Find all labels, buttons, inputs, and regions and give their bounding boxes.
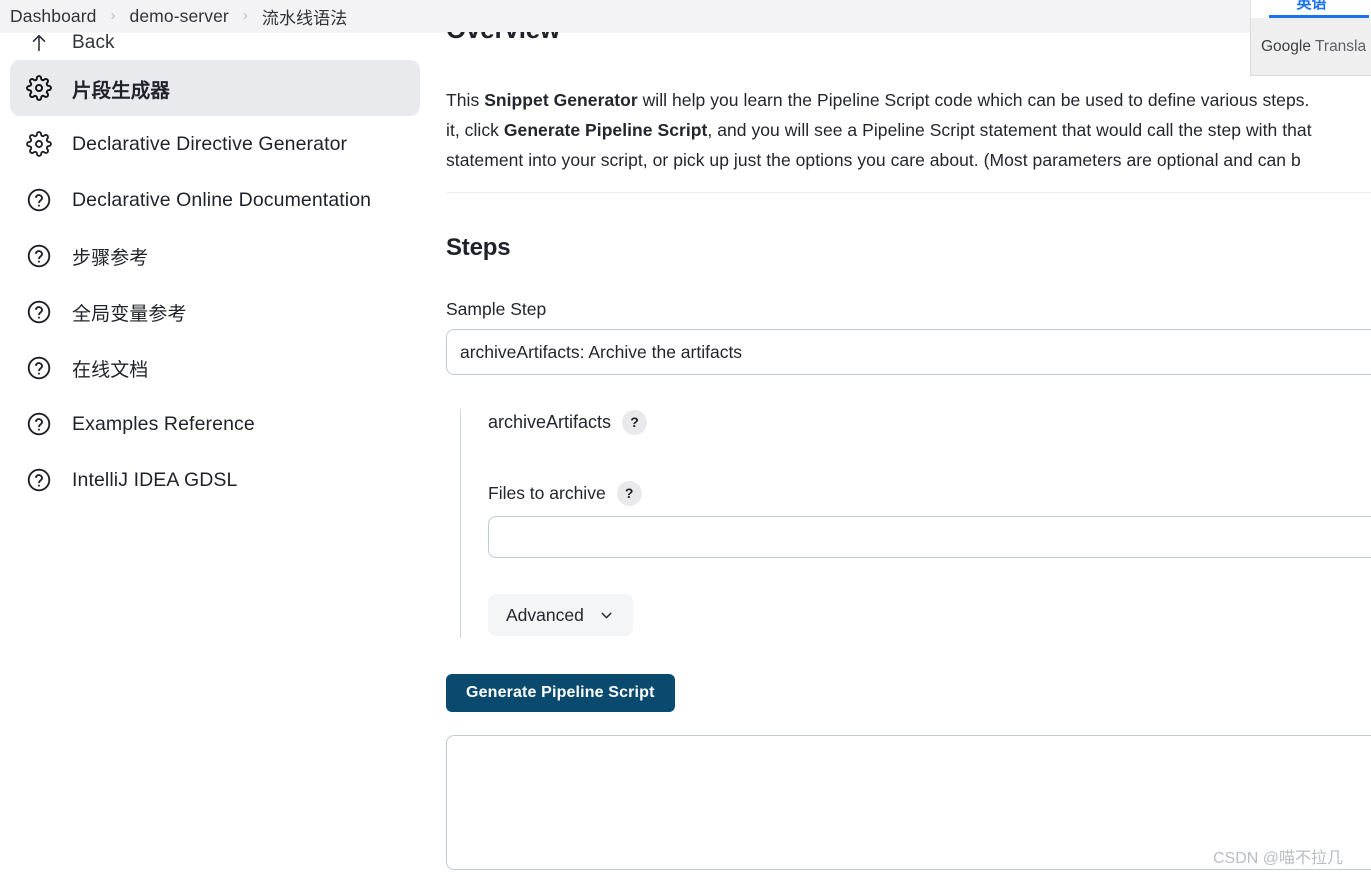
- question-circle-icon: [24, 409, 54, 439]
- arrow-up-icon: [24, 28, 54, 58]
- sidebar-item-snippet-generator[interactable]: 片段生成器: [10, 60, 420, 116]
- generate-pipeline-script-button[interactable]: Generate Pipeline Script: [446, 674, 675, 712]
- files-to-archive-input[interactable]: [488, 516, 1371, 558]
- sidebar-item-label: 片段生成器: [72, 79, 171, 102]
- sample-step-select[interactable]: archiveArtifacts: Archive the artifacts: [446, 329, 1371, 375]
- main-content: Overview This Snippet Generator will hel…: [430, 0, 1371, 886]
- google-translate-brand: Google Transla: [1261, 38, 1366, 56]
- sample-step-value: archiveArtifacts: Archive the artifacts: [460, 341, 743, 362]
- translate-popup-body: Google Transla: [1250, 18, 1371, 76]
- steps-heading: Steps: [446, 234, 511, 261]
- question-circle-icon: [24, 465, 54, 495]
- files-to-archive-label: Files to archive: [488, 482, 606, 503]
- sample-step-label: Sample Step: [446, 299, 547, 319]
- help-icon[interactable]: ?: [622, 409, 648, 435]
- sidebar-item-global-variable-reference[interactable]: 全局变量参考: [10, 284, 420, 340]
- advanced-toggle-button[interactable]: Advanced: [488, 594, 633, 636]
- overview-paragraph: This Snippet Generator will help you lea…: [446, 45, 1371, 175]
- gear-icon: [24, 73, 54, 103]
- chevron-down-icon: [598, 607, 615, 624]
- breadcrumb-item-pipeline-syntax[interactable]: 流水线语法: [262, 4, 348, 29]
- overview-text-2: will help you learn the Pipeline Script …: [637, 90, 1310, 110]
- help-icon[interactable]: ?: [616, 480, 642, 506]
- sidebar-item-label: Examples Reference: [72, 412, 255, 435]
- sidebar-item-intellij-idea-gdsl[interactable]: IntelliJ IDEA GDSL: [10, 452, 420, 508]
- overview-text-3: it, click: [446, 120, 504, 140]
- sidebar-item-steps-reference[interactable]: 步骤参考: [10, 228, 420, 284]
- overview-bold-snippet-generator: Snippet Generator: [484, 90, 638, 110]
- sidebar-item-label: IntelliJ IDEA GDSL: [72, 468, 238, 491]
- question-circle-icon: [24, 241, 54, 271]
- step-name-row: archiveArtifacts ?: [488, 409, 1371, 435]
- sidebar: Back 片段生成器 Declarative Directive Generat…: [0, 0, 430, 886]
- overview-text-5: statement into your script, or pick up j…: [446, 150, 1301, 170]
- chevron-right-icon: ›: [110, 6, 116, 24]
- watermark: CSDN @喵不拉几: [1212, 850, 1343, 867]
- question-circle-icon: [24, 185, 54, 215]
- sidebar-item-online-documentation[interactable]: 在线文档: [10, 340, 420, 396]
- sidebar-item-declarative-online-documentation[interactable]: Declarative Online Documentation: [10, 172, 420, 228]
- active-tab-underline: [1269, 15, 1369, 18]
- brand-translate: Transla: [1310, 37, 1367, 55]
- sidebar-item-label: 全局变量参考: [72, 303, 187, 325]
- breadcrumb: Dashboard › demo-server › 流水线语法: [0, 0, 1371, 32]
- brand-google: Google: [1261, 37, 1311, 55]
- sidebar-item-label: Back: [72, 32, 115, 53]
- sidebar-item-label: Declarative Directive Generator: [72, 132, 348, 155]
- sidebar-item-label: 在线文档: [72, 359, 149, 381]
- chevron-right-icon: ›: [242, 6, 248, 24]
- overview-text-1: This: [446, 90, 485, 110]
- gear-icon: [24, 129, 54, 159]
- sidebar-item-declarative-directive-generator[interactable]: Declarative Directive Generator: [10, 116, 420, 172]
- overview-text-4: , and you will see a Pipeline Script sta…: [707, 120, 1312, 140]
- step-parameters-section: archiveArtifacts ? Files to archive ? Ad…: [460, 409, 1371, 638]
- overview-bold-generate-pipeline-script: Generate Pipeline Script: [503, 120, 708, 140]
- files-to-archive-row: Files to archive ?: [488, 480, 1371, 506]
- app-root: Back 片段生成器 Declarative Directive Generat…: [0, 0, 1371, 886]
- breadcrumb-item-demo-server[interactable]: demo-server: [130, 6, 229, 27]
- google-translate-popup[interactable]: 英语 Google Transla: [1250, 0, 1371, 76]
- advanced-label: Advanced: [506, 604, 584, 625]
- step-name-label: archiveArtifacts: [488, 411, 612, 432]
- sidebar-item-examples-reference[interactable]: Examples Reference: [10, 396, 420, 452]
- question-circle-icon: [24, 297, 54, 327]
- question-circle-icon: [24, 353, 54, 383]
- sidebar-item-label: Declarative Online Documentation: [72, 188, 372, 211]
- translate-language-tab[interactable]: 英语: [1250, 0, 1371, 18]
- breadcrumb-item-dashboard[interactable]: Dashboard: [10, 6, 97, 27]
- sidebar-item-label: 步骤参考: [72, 247, 149, 269]
